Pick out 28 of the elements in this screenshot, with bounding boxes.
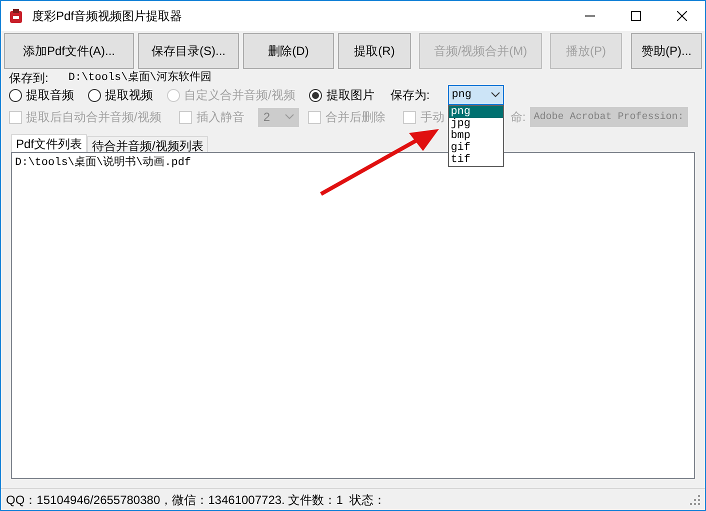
save-path: D:\tools\桌面\河东软件园 xyxy=(68,70,212,86)
format-dropdown[interactable]: png xyxy=(448,85,504,105)
dropdown-option[interactable]: png xyxy=(448,106,503,118)
dropdown-option[interactable]: tif xyxy=(448,154,503,166)
toolbar-button[interactable]: 保存目录(S)... xyxy=(138,33,239,69)
save-to-label: 保存到: xyxy=(9,70,48,87)
toolbar-button[interactable]: 提取(R) xyxy=(338,33,411,69)
checkbox-label: 手动 xyxy=(420,109,444,126)
toolbar-button[interactable]: 赞助(P)... xyxy=(631,33,702,69)
file-item[interactable]: D:\tools\桌面\说明书\动画.pdf xyxy=(15,155,192,172)
dropdown-option[interactable]: bmp xyxy=(448,130,503,142)
dropdown-option[interactable]: gif xyxy=(448,142,503,154)
tab[interactable]: Pdf文件列表 xyxy=(11,134,88,152)
tab[interactable]: 待合并音频/视频列表 xyxy=(87,136,208,152)
save-as-label: 保存为: xyxy=(390,87,430,104)
player-label: 命: xyxy=(510,109,526,126)
checkbox-label: 插入静音 xyxy=(196,109,244,126)
checkbox-label: 提取后自动合并音频/视频 xyxy=(26,109,162,126)
toolbar-button[interactable]: 删除(D) xyxy=(243,33,334,69)
radio-label: 自定义合并音频/视频 xyxy=(184,87,296,104)
radio-label: 提取音频 xyxy=(26,87,74,104)
checkbox-label: 合并后删除 xyxy=(325,109,386,126)
toolbar-button[interactable]: 添加Pdf文件(A)... xyxy=(4,33,134,69)
dropdown-option[interactable]: jpg xyxy=(448,118,503,130)
window-title: 度彩Pdf音频视频图片提取器 xyxy=(32,8,182,25)
radio-label: 提取视频 xyxy=(105,87,153,104)
radio-label: 提取图片 xyxy=(326,87,374,104)
status-text: QQ：15104946/2655780380，微信：13461007723. 文件数：1 状态： xyxy=(6,492,386,508)
